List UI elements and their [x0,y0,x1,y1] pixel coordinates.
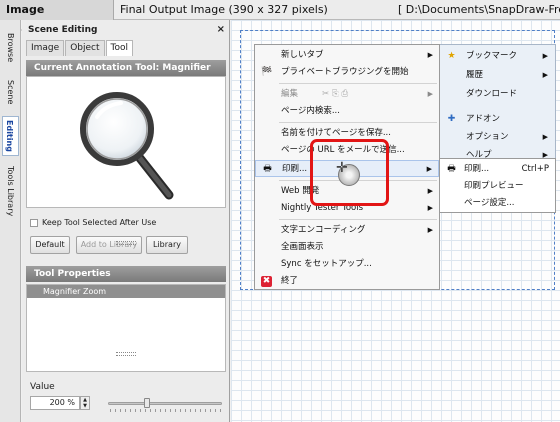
menu-label: 印刷... [282,164,308,174]
zoom-stepper[interactable]: 200 % ▲ ▼ [30,396,90,410]
add-to-library-button[interactable]: Add to Library [76,236,142,254]
tool-properties-header: Tool Properties [26,266,226,282]
submenu-item-page-setup[interactable]: ページ設定... [440,195,555,212]
submenu-arrow-icon: ▶ [427,90,433,98]
shortcut-label: Ctrl+P [521,164,549,174]
submenu-arrow-icon: ▶ [427,187,433,195]
menu-separator [279,219,437,220]
edit-tools-icon: ✂ ⎘ ⎙ [322,89,349,99]
puzzle-icon: ✚ [447,114,456,124]
menu-label: 新しいタブ [281,50,324,60]
magnifier-zoom-row[interactable]: Magnifier Zoom [27,285,225,298]
menu-item-quit[interactable]: ✖ 終了 [255,273,439,290]
spin-buttons[interactable]: ▲ ▼ [80,396,90,410]
title-bar: Image Composition Final Output Image (39… [0,0,560,36]
tab-image[interactable]: Image [26,40,65,56]
menu-label: プライベートブラウジングを開始 [281,67,409,77]
zoom-input[interactable]: 200 % [30,396,80,410]
slider-thumb[interactable] [144,398,150,408]
close-icon[interactable]: × [217,23,225,37]
submenu-arrow-icon: ▶ [542,133,548,141]
menu-label: オプション [466,132,509,142]
splitter-grip[interactable] [116,241,136,245]
menu-item-addons[interactable]: ✚ アドオン [440,111,554,128]
keep-selected-checkbox[interactable] [30,218,38,227]
menu-item-find[interactable]: ページ内検索... [255,103,439,120]
composited-screenshot[interactable]: 新しいタブ ▶ 🏁 プライベートブラウジングを開始 編集 ✂ ⎘ ⎙ ▶ ページ内検索.… [254,44,556,290]
menu-item-private-browsing[interactable]: 🏁 プライベートブラウジングを開始 [255,64,439,81]
menu-separator [279,83,437,84]
slider-ticks [110,409,222,412]
scene-editing-panel: Scene Editing × Image Object Tool Curren… [22,20,230,422]
menu-label: 印刷プレビュー [464,181,524,191]
file-path: [ D:\Documents\SnapDraw-Fre [398,3,560,16]
menu-item-edit[interactable]: 編集 ✂ ⎘ ⎙ ▶ [255,86,439,103]
menu-label: アドオン [466,114,501,124]
menu-label: 印刷... [464,164,490,174]
submenu-item-print[interactable]: 🖶 印刷... Ctrl+P [440,161,555,178]
document-title: Final Output Image (390 x 327 pixels) [120,3,328,16]
menu-item-history[interactable]: 履歴 ▶ [440,67,554,84]
annotation-tool-header: Current Annotation Tool: Magnifier [26,60,226,76]
menu-label: 終了 [281,276,299,286]
submenu-arrow-icon: ▶ [542,52,548,60]
crosshair-cursor-icon: ✛ [336,160,348,176]
star-icon: ★ [447,51,456,61]
printer-icon: 🖶 [447,164,456,174]
menu-label: 履歴 [466,70,484,80]
tab-tools-library[interactable]: Tools Library [2,160,19,222]
submenu-arrow-icon: ▶ [542,71,548,79]
menu-label: ページ設定... [464,198,515,208]
panel-title-text: Scene Editing [28,25,98,35]
submenu-arrow-icon: ▶ [427,51,433,59]
panel-tabs: Image Object Tool [26,40,134,56]
library-button[interactable]: Library [146,236,188,254]
menu-item-downloads[interactable]: ダウンロード [440,86,554,103]
menu-separator [279,122,437,123]
submenu-item-print-preview[interactable]: 印刷プレビュー [440,178,555,195]
menu-label: Sync をセットアップ... [281,259,372,269]
menu-label: 文字エンコーディング [281,225,366,235]
tab-tool[interactable]: Tool [105,40,133,56]
tool-properties-list: Magnifier Zoom [26,284,226,372]
firefox-menu-right: ★ ブックマーク ▶ 履歴 ▶ ダウンロード ✚ アドオン オプション ▶ ヘルプ ▶ [440,44,556,174]
menu-label: ブックマーク [466,51,518,61]
magnifier-icon [80,92,174,200]
default-button[interactable]: Default [30,236,70,254]
private-browsing-icon: 🏁 [261,67,273,77]
tool-preview [26,76,226,208]
quit-icon: ✖ [261,276,272,287]
menu-item-bookmarks[interactable]: ★ ブックマーク ▶ [440,48,554,65]
menu-item-encoding[interactable]: 文字エンコーディング ▶ [255,222,439,239]
zoom-slider[interactable] [108,398,222,408]
menu-label: 編集 [281,89,299,99]
keep-selected-row: Keep Tool Selected After Use [30,216,156,230]
side-tab-strip: Browse Scene Editing Tools Library [0,20,21,422]
tab-editing[interactable]: Editing [2,116,19,156]
panel-title: Scene Editing × [22,22,230,38]
keep-selected-label: Keep Tool Selected After Use [42,218,157,227]
menu-label: ダウンロード [466,89,518,99]
spin-down-icon[interactable]: ▼ [81,403,89,409]
menu-item-sync-setup[interactable]: Sync をセットアップ... [255,256,439,273]
splitter-grip[interactable] [116,352,136,356]
tab-scene[interactable]: Scene [2,72,19,112]
app-title: Image Composition [0,0,114,36]
menu-label: 全画面表示 [281,242,324,252]
tab-object[interactable]: Object [65,40,105,56]
submenu-arrow-icon: ▶ [427,204,433,212]
printer-icon: 🖶 [263,164,272,174]
tab-browse[interactable]: Browse [2,26,19,70]
submenu-arrow-icon: ▶ [426,165,432,173]
menu-item-options[interactable]: オプション ▶ [440,129,554,146]
value-label: Value [30,382,55,392]
menu-label: ページ内検索... [281,106,340,116]
menu-item-fullscreen[interactable]: 全画面表示 [255,239,439,256]
print-submenu: 🖶 印刷... Ctrl+P 印刷プレビュー ページ設定... [439,158,556,213]
submenu-arrow-icon: ▶ [427,226,433,234]
menu-item-new-tab[interactable]: 新しいタブ ▶ [255,47,439,64]
menu-label: 名前を付けてページを保存... [281,128,391,138]
